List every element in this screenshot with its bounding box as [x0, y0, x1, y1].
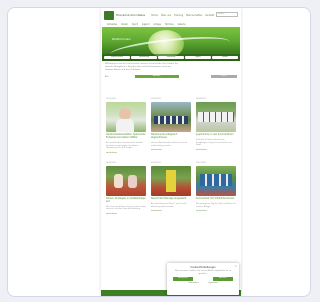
cookie-text: Wir verwenden Cookies, um unsere Website…	[174, 270, 232, 275]
post-image[interactable]	[151, 102, 191, 132]
read-more-link[interactable]: weiterlesen	[106, 152, 146, 154]
post-date: 20.07.2023	[196, 161, 206, 164]
hero-tab[interactable]: Kontakt	[212, 56, 238, 59]
filter-active[interactable]: Aktuelles	[134, 75, 179, 79]
decline-button[interactable]: Ablehnen	[213, 277, 233, 281]
post-date: 28.08.2023	[196, 98, 206, 100]
intro-text: Willkommen auf der Internetseite unseres…	[101, 61, 241, 74]
nav-item[interactable]: Aktuelles	[107, 23, 117, 26]
top-link[interactable]: Über uns	[161, 14, 171, 17]
post-title[interactable]: Medenrunde erfolgreich abgeschlossen	[151, 133, 191, 140]
imprint-link[interactable]: Impressum	[209, 283, 218, 284]
hero-tabs: Mitglied werden Platzbuchung Trainerteam…	[102, 54, 240, 61]
post-image[interactable]	[196, 102, 236, 132]
hero-banner: Willkommen Mitglied werden Platzbuchung …	[102, 27, 240, 61]
preview-card: Tennisclub Grün-Weiss Home Über uns Trai…	[7, 7, 311, 297]
post-excerpt: Unsere Mannschaften blicken auf eine sta…	[151, 141, 188, 147]
top-link[interactable]: Home	[151, 14, 158, 17]
website-page: Tennisclub Grün-Weiss Home Über uns Trai…	[101, 8, 241, 296]
intro-line: unseren Verein und das Clubleben.	[105, 69, 237, 72]
post-excerpt: Ein gelungener Tag für Groß und Klein au…	[196, 202, 236, 208]
post-card[interactable]: 28.08.2023 Jugendcamp in den Sommerferie…	[196, 98, 236, 154]
post-date: 02.08.2023	[151, 161, 161, 164]
privacy-link[interactable]: Datenschutz	[189, 283, 199, 284]
hero-tab[interactable]: Jugend	[185, 56, 211, 59]
club-logo[interactable]	[104, 10, 114, 20]
read-more-link[interactable]: weiterlesen	[106, 213, 146, 215]
post-excerpt: Bei strahlendem Sonnenschein wurden die …	[106, 141, 144, 150]
nav-item[interactable]: Verein	[121, 23, 128, 26]
post-image[interactable]	[151, 165, 191, 196]
hero-tab[interactable]: Mitglied werden	[104, 56, 130, 59]
cookie-banner: × Cookie-Einstellungen Wir verwenden Coo…	[167, 263, 239, 295]
top-link[interactable]: Kontakt	[205, 14, 214, 17]
top-link[interactable]: Mannschaften	[186, 14, 202, 17]
read-more-link[interactable]: weiterlesen	[151, 149, 191, 151]
read-more-link[interactable]: weiterlesen	[196, 210, 236, 212]
post-card[interactable]: 14.08.2023 Damen 40 steigen in die Bezir…	[106, 162, 146, 215]
intro-line-end: und das Clubleben.	[121, 69, 142, 72]
post-filter: Alle Aktuelles Archiv	[101, 74, 241, 79]
post-title[interactable]: Neue Flutlichtanlage eingeweiht	[151, 197, 191, 201]
post-date: 14.08.2023	[106, 161, 116, 164]
nav-item[interactable]: Jugend	[142, 23, 150, 26]
site-title[interactable]: Tennisclub Grün-Weiss	[116, 14, 145, 17]
cookie-buttons: Akzeptieren Ablehnen	[167, 277, 239, 281]
post-title[interactable]: Jugendcamp in den Sommerferien	[196, 133, 236, 137]
posts-grid: 12.09.2023 Vereinsmeisterschaften: Spann…	[106, 98, 236, 215]
cookie-links: Datenschutz Impressum	[167, 283, 239, 284]
post-image[interactable]	[196, 165, 236, 196]
hero-tab[interactable]: Platzbuchung	[131, 56, 157, 59]
post-card[interactable]: 05.09.2023 Medenrunde erfolgreich abgesc…	[151, 98, 191, 154]
read-more-link[interactable]: weiterlesen	[151, 210, 191, 212]
post-image[interactable]	[106, 165, 146, 196]
close-icon[interactable]: ×	[234, 264, 237, 268]
post-card[interactable]: 12.09.2023 Vereinsmeisterschaften: Spann…	[106, 98, 146, 154]
hero-text: Willkommen	[112, 37, 131, 41]
post-date: 12.09.2023	[106, 98, 116, 100]
post-excerpt: Ab sofort kann auf Platz 1 und 2 auch ab…	[151, 202, 187, 208]
nav-item[interactable]: Anlage	[153, 23, 161, 26]
filter-archive[interactable]: Archiv	[211, 75, 237, 79]
accept-button[interactable]: Akzeptieren	[173, 277, 193, 281]
post-excerpt: Zahlreiche Kinder nahmen am diesjährigen…	[196, 138, 233, 147]
read-more-link[interactable]: weiterlesen	[196, 149, 236, 151]
post-card[interactable]: 02.08.2023 Neue Flutlichtanlage eingewei…	[151, 162, 191, 215]
intro-link[interactable]: unseren Verein	[105, 69, 121, 71]
post-date: 05.09.2023	[151, 98, 161, 100]
site-header: Tennisclub Grün-Weiss Home Über uns Trai…	[101, 8, 241, 22]
post-title[interactable]: Sommerfest mit Schleifchenturnier	[196, 197, 236, 201]
hero-tab[interactable]: Trainerteam	[158, 56, 184, 59]
nav-item[interactable]: Termine	[165, 23, 174, 26]
post-title[interactable]: Vereinsmeisterschaften: Spannende Endspi…	[106, 133, 146, 140]
search-input[interactable]: Suche...	[216, 12, 238, 17]
nav-item[interactable]: Galerie	[178, 23, 186, 26]
post-card[interactable]: 20.07.2023 Sommerfest mit Schleifchentur…	[196, 162, 236, 215]
top-link[interactable]: Training	[174, 14, 183, 17]
post-excerpt: Mit einem deutlichen Sieg im letzten Spi…	[106, 205, 146, 211]
post-image[interactable]	[106, 102, 146, 132]
post-title[interactable]: Damen 40 steigen in die Bezirksliga auf	[106, 197, 146, 204]
nav-item[interactable]: Sport	[132, 23, 138, 26]
filter-all[interactable]: Alle	[105, 76, 109, 78]
